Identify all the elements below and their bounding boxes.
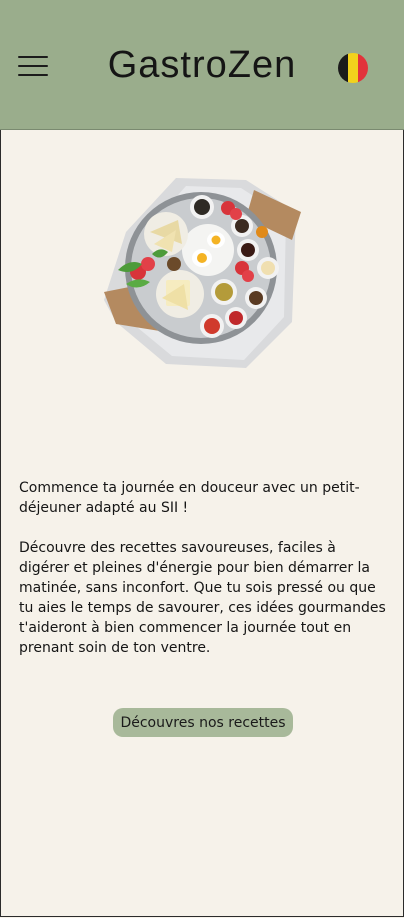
body-paragraph: Découvre des recettes savoureuses, facil… [19, 540, 386, 656]
belgium-flag-icon[interactable] [338, 53, 368, 83]
lead-paragraph: Commence ta journée en douceur avec un p… [19, 480, 360, 516]
page-frame [0, 0, 404, 917]
top-header: GastroZen [0, 0, 404, 130]
intro-text: Commence ta journée en douceur avec un p… [19, 478, 389, 678]
recipes-button[interactable]: Découvres nos recettes [113, 708, 293, 737]
breakfast-platter-illustration [104, 178, 301, 368]
